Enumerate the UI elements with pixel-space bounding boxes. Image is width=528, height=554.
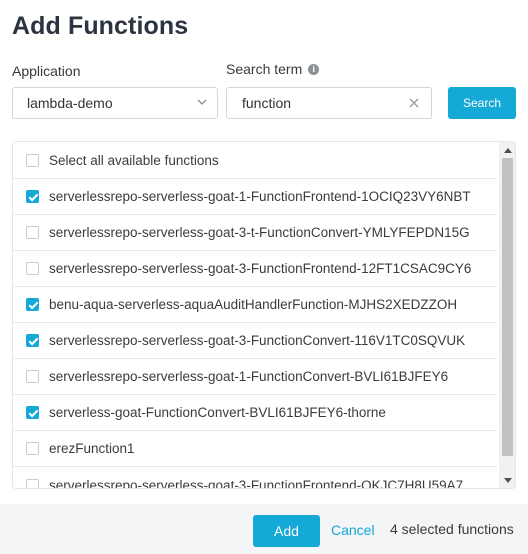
list-item[interactable]: serverlessrepo-serverless-goat-1-Functio… bbox=[13, 359, 497, 395]
list-item[interactable]: serverlessrepo-serverless-goat-3-t-Funct… bbox=[13, 215, 497, 251]
page-title: Add Functions bbox=[12, 12, 189, 40]
function-checkbox[interactable] bbox=[26, 190, 39, 203]
application-select[interactable]: lambda-demo bbox=[12, 87, 218, 119]
function-checkbox[interactable] bbox=[26, 226, 39, 239]
function-name: serverlessrepo-serverless-goat-3-Functio… bbox=[49, 333, 466, 348]
select-all-label: Select all available functions bbox=[49, 152, 219, 168]
list-item[interactable]: serverlessrepo-serverless-goat-3-Functio… bbox=[13, 467, 497, 489]
list-scrollbar[interactable] bbox=[499, 142, 515, 488]
function-name: serverlessrepo-serverless-goat-3-t-Funct… bbox=[49, 225, 470, 240]
function-name: benu-aqua-serverless-aquaAuditHandlerFun… bbox=[49, 297, 458, 312]
search-input[interactable] bbox=[227, 88, 397, 118]
scroll-up-arrow-icon[interactable] bbox=[499, 142, 515, 158]
application-select-value: lambda-demo bbox=[27, 95, 113, 111]
info-icon[interactable]: i bbox=[308, 63, 320, 75]
function-checkbox[interactable] bbox=[26, 262, 39, 275]
function-name: serverlessrepo-serverless-goat-3-Functio… bbox=[49, 261, 472, 276]
function-name: serverlessrepo-serverless-goat-1-Functio… bbox=[49, 189, 471, 204]
function-checkbox[interactable] bbox=[26, 478, 39, 488]
add-button[interactable]: Add bbox=[253, 515, 320, 547]
list-item[interactable]: serverlessrepo-serverless-goat-3-Functio… bbox=[13, 251, 497, 287]
function-name: serverless-goat-FunctionConvert-BVLI61BJ… bbox=[49, 405, 386, 420]
function-checkbox[interactable] bbox=[26, 334, 39, 347]
function-checkbox[interactable] bbox=[26, 298, 39, 311]
list-item[interactable]: benu-aqua-serverless-aquaAuditHandlerFun… bbox=[13, 287, 497, 323]
function-checkbox[interactable] bbox=[26, 406, 39, 419]
search-term-label-group: Search term i bbox=[226, 61, 320, 77]
chevron-down-icon bbox=[197, 99, 207, 105]
function-checkbox[interactable] bbox=[26, 370, 39, 383]
dialog-footer: Add Cancel 4 selected functions bbox=[0, 504, 528, 554]
list-item[interactable]: serverless-goat-FunctionConvert-BVLI61BJ… bbox=[13, 395, 497, 431]
function-name: serverlessrepo-serverless-goat-1-Functio… bbox=[49, 369, 449, 384]
function-list-rows: Select all available functions serverles… bbox=[13, 142, 497, 489]
list-item[interactable]: serverlessrepo-serverless-goat-1-Functio… bbox=[13, 179, 497, 215]
selected-count: 4 selected functions bbox=[390, 521, 514, 537]
list-item[interactable]: erezFunction1 bbox=[13, 431, 497, 467]
select-all-row[interactable]: Select all available functions bbox=[13, 142, 497, 179]
clear-icon[interactable] bbox=[407, 96, 421, 110]
search-term-label: Search term bbox=[226, 61, 303, 77]
search-field bbox=[226, 87, 432, 119]
list-item[interactable]: serverlessrepo-serverless-goat-3-Functio… bbox=[13, 323, 497, 359]
select-all-checkbox[interactable] bbox=[26, 153, 39, 167]
scroll-down-arrow-icon[interactable] bbox=[499, 472, 515, 488]
cancel-button[interactable]: Cancel bbox=[331, 522, 375, 538]
application-label: Application bbox=[12, 63, 81, 79]
scrollbar-thumb[interactable] bbox=[502, 158, 513, 456]
search-button[interactable]: Search bbox=[448, 87, 516, 119]
function-name: serverlessrepo-serverless-goat-3-Functio… bbox=[49, 477, 464, 489]
function-list: Select all available functions serverles… bbox=[12, 141, 516, 489]
function-name: erezFunction1 bbox=[49, 441, 135, 456]
function-checkbox[interactable] bbox=[26, 442, 39, 455]
